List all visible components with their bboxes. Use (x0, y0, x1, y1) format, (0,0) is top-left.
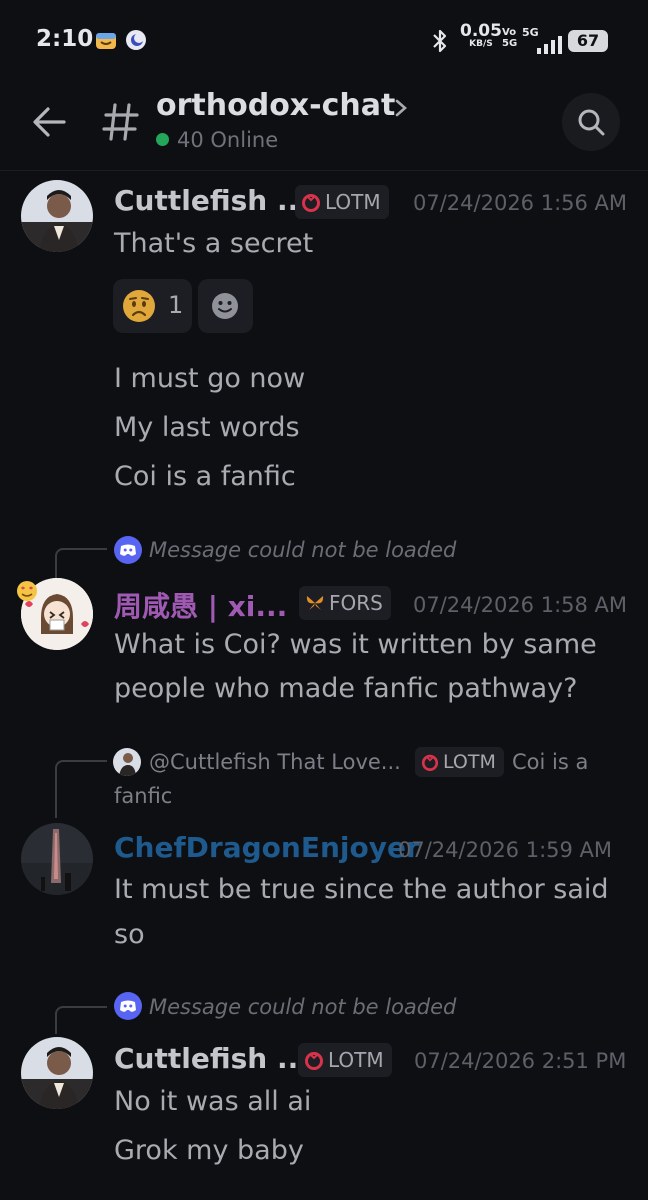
lotm-badge-icon (421, 750, 439, 780)
volte-indicator: Vo 5G (502, 27, 518, 49)
message-text: My last words (114, 412, 300, 443)
signal-icon (536, 36, 562, 58)
search-icon (578, 109, 605, 136)
battery-indicator: 67 (568, 30, 608, 52)
heart-eyes-icon (16, 580, 38, 606)
message-text: No it was all ai (114, 1086, 312, 1117)
chevron-right-icon[interactable] (394, 98, 408, 122)
reply-avatar (113, 748, 141, 776)
channel-name[interactable]: orthodox-chat (156, 88, 395, 123)
network-speed: 0.05 KB/S (460, 21, 502, 50)
reply-connector (55, 760, 107, 818)
reaction-pill[interactable]: 1 (113, 279, 192, 333)
worried-face-icon (123, 290, 155, 322)
message-text: What is Coi? was it written by same (114, 629, 597, 660)
search-button[interactable] (562, 93, 620, 151)
role-badge: LOTM (295, 185, 389, 219)
discord-icon (114, 992, 142, 1020)
reply-author[interactable]: @Cuttlefish That Love... (149, 750, 401, 774)
message-text: I must go now (114, 363, 306, 394)
role-badge: LOTM (415, 747, 504, 777)
message-timestamp: 07/24/2026 1:59 AM (398, 838, 613, 862)
message-text: so (114, 919, 145, 950)
bluetooth-icon (430, 28, 450, 58)
message-author[interactable]: ChefDragonEnjoyer (114, 831, 420, 864)
message-text: Coi is a fanfic (114, 461, 296, 492)
message-timestamp: 07/24/2026 1:56 AM (413, 191, 628, 215)
online-dot-icon (156, 133, 169, 146)
message-text: That's a secret (114, 228, 314, 259)
fors-badge-icon (305, 589, 325, 623)
message-author[interactable]: Cuttlefish ... (114, 1042, 309, 1075)
message-timestamp: 07/24/2026 2:51 PM (414, 1049, 627, 1073)
notification-app-icon (94, 28, 118, 52)
role-badge: LOTM (298, 1043, 392, 1077)
channel-hash-icon (102, 102, 140, 146)
message-text: Grok my baby (114, 1135, 304, 1166)
reply-snippet[interactable]: Coi is a (512, 750, 588, 774)
lotm-badge-icon (304, 1046, 324, 1080)
moon-app-icon (124, 28, 148, 52)
status-time: 2:10 (36, 26, 94, 52)
reply-connector (55, 548, 107, 578)
role-badge: FORS (299, 586, 391, 620)
online-count: 40 Online (156, 128, 278, 152)
avatar-chefdragon[interactable] (21, 823, 93, 895)
message-text: people who made fanfic pathway? (114, 673, 578, 704)
message-author[interactable]: Cuttlefish ... (114, 184, 309, 217)
reply-connector (55, 1006, 107, 1034)
add-reaction-icon (212, 293, 238, 319)
reply-preview-text[interactable]: Message could not be loaded (149, 995, 456, 1019)
reply-preview-text[interactable]: Message could not be loaded (149, 538, 456, 562)
avatar-cuttlefish[interactable] (21, 180, 93, 252)
reaction-count: 1 (168, 291, 184, 319)
discord-icon (114, 536, 142, 564)
reply-snippet[interactable]: fanfic (114, 784, 172, 808)
back-arrow-icon[interactable] (30, 104, 68, 144)
message-author[interactable]: 周咸愚 | xi... (114, 585, 287, 625)
message-timestamp: 07/24/2026 1:58 AM (413, 593, 628, 617)
message-text: It must be true since the author said (114, 874, 609, 905)
avatar-cuttlefish[interactable] (21, 1037, 93, 1109)
header-divider (0, 170, 648, 171)
lotm-badge-icon (301, 188, 321, 222)
add-reaction-button[interactable] (198, 279, 253, 333)
